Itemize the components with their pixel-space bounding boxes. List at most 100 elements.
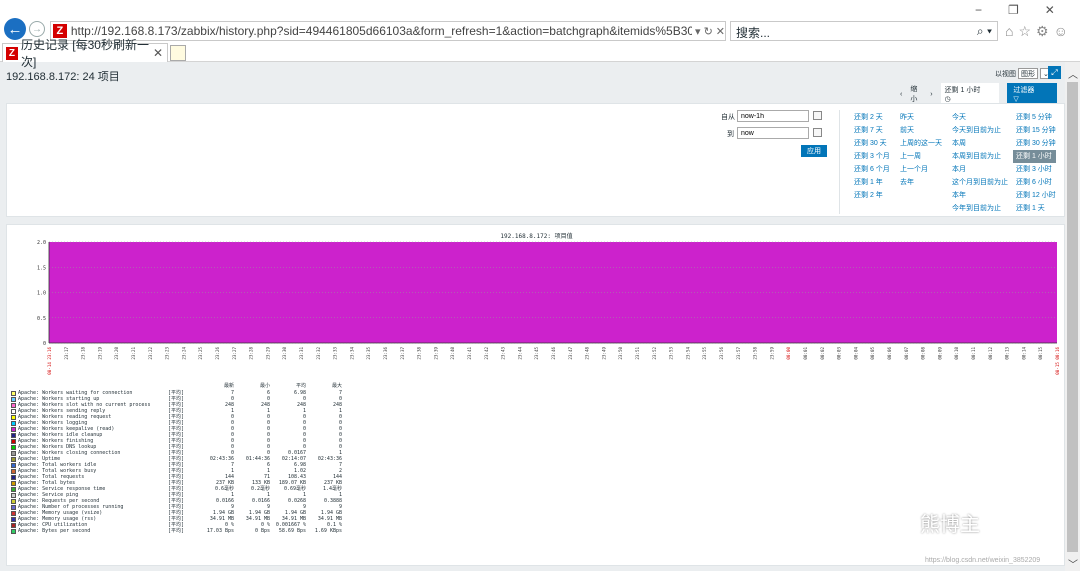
x-tick-label: 23:56 (719, 347, 724, 360)
legend-swatch (11, 486, 16, 492)
quick-range-link[interactable]: 还剩 12 小时 (1016, 189, 1056, 202)
x-tick-label: 00:03 (837, 347, 842, 360)
quick-range-link[interactable]: 今年到目前为止 (952, 202, 1008, 215)
x-tick-label: 23:26 (215, 347, 220, 360)
address-row: ← → Z http://192.168.8.173/zabbix/histor… (0, 0, 1080, 41)
legend-swatch (11, 432, 16, 438)
gear-icon[interactable]: ⚙ (1036, 23, 1054, 39)
prev-period-button[interactable]: ‹ (900, 91, 902, 98)
quick-range-link[interactable]: 这个月到目前为止 (952, 176, 1008, 189)
quick-range-link[interactable]: 上周的这一天 (900, 137, 942, 150)
x-tick-label: 23:37 (400, 347, 405, 360)
x-tick-label: 23:27 (232, 347, 237, 360)
divider (839, 110, 840, 214)
to-input[interactable] (737, 127, 809, 139)
zoom-out-button[interactable]: 缩小 (910, 84, 922, 104)
x-tick-label: 00:07 (904, 347, 909, 360)
tab-bar: Z 历史记录 [每30秒刷新一次] ✕ (0, 38, 1080, 69)
quick-range-link[interactable]: 还剩 6 小时 (1016, 176, 1056, 189)
tab-time-period[interactable]: 还剩 1 小时 ◷ (940, 83, 1000, 105)
new-tab-button[interactable] (170, 45, 186, 61)
legend-column-header: 最小 (259, 383, 270, 389)
window-controls: −❐✕ (975, 3, 1080, 17)
x-tick-label: 23:35 (366, 347, 371, 360)
x-tick-label: 23:44 (517, 347, 522, 360)
quick-range-link[interactable]: 上一个月 (900, 163, 942, 176)
x-tick-label: 23:38 (417, 347, 422, 360)
smiley-icon[interactable]: ☺ (1054, 23, 1073, 39)
quick-range-link[interactable]: 本周到目前为止 (952, 150, 1008, 163)
quick-range-link[interactable]: 本年 (952, 189, 1008, 202)
legend-min: 0 Bps (254, 528, 270, 534)
x-tick-label: 23:39 (433, 347, 438, 360)
quick-range-link[interactable]: 还剩 6 个月 (854, 163, 890, 176)
toolbar-icons: ⌂☆⚙☺ (1005, 23, 1073, 40)
quick-range-link[interactable]: 还剩 30 天 (854, 137, 890, 150)
calendar-icon[interactable] (813, 128, 822, 137)
time-filter-panel: 自从 到 应用 还剩 2 天还剩 7 天还剩 30 天还剩 3 个月还剩 6 个… (6, 103, 1065, 217)
quick-range-link[interactable]: 上一周 (900, 150, 942, 163)
dropdown-icon[interactable]: ▾ (695, 25, 701, 38)
legend-swatch (11, 522, 16, 528)
quick-range-link[interactable]: 本月 (952, 163, 1008, 176)
legend-swatch (11, 420, 16, 426)
tab-close-icon[interactable]: ✕ (153, 46, 163, 60)
x-tick-label: 23:33 (333, 347, 338, 360)
window-close-icon[interactable]: ✕ (1045, 3, 1080, 17)
scroll-up-icon[interactable]: ︿ (1068, 66, 1078, 81)
search-input[interactable]: 搜索... ⌕ ▾ (730, 21, 998, 41)
quick-range-link[interactable]: 还剩 3 小时 (1016, 163, 1056, 176)
scroll-thumb[interactable] (1067, 82, 1078, 552)
graph-plot[interactable]: 2.0 1.5 1.0 0.5 008-14 23:16 23:17 23:18 23:19 2… (7, 225, 1066, 383)
quick-range-link[interactable]: 还剩 5 分钟 (1016, 111, 1056, 124)
forward-button[interactable]: → (29, 21, 45, 37)
x-tick-label: 00:00 (786, 347, 791, 360)
home-icon[interactable]: ⌂ (1005, 23, 1018, 39)
graph-panel: 192.168.8.172: 项目值 2.0 1.5 1.0 0.5 0 08-14 23… (6, 224, 1065, 566)
quick-range-link[interactable]: 还剩 30 分钟 (1016, 137, 1056, 150)
search-icon[interactable]: ⌕ ▾ (977, 24, 992, 38)
apply-button[interactable]: 应用 (801, 145, 827, 157)
quick-range-link[interactable]: 还剩 2 天 (854, 111, 890, 124)
from-input[interactable] (737, 110, 809, 122)
quick-range-link[interactable]: 今天到目前为止 (952, 124, 1008, 137)
quick-range-column: 昨天 前天 上周的这一天 上一周 上一个月 去年 (900, 111, 942, 189)
quick-range-link[interactable]: 昨天 (900, 111, 942, 124)
clock-icon: ◷ (944, 96, 951, 103)
quick-range-link[interactable]: 还剩 1 年 (854, 176, 890, 189)
refresh-icon[interactable]: ↻ (704, 25, 713, 38)
next-period-button[interactable]: › (930, 91, 932, 98)
fullscreen-button[interactable]: ⤢ (1048, 66, 1061, 79)
x-tick-label: 23:58 (753, 347, 758, 360)
view-as-select[interactable]: 图形 (1018, 68, 1038, 79)
calendar-icon[interactable] (813, 111, 822, 120)
legend-name: Apache: Bytes per second (18, 528, 91, 534)
quick-range-link[interactable]: 还剩 3 个月 (854, 150, 890, 163)
funnel-icon: ▽ (1013, 96, 1019, 103)
quick-range-link[interactable]: 还剩 15 分钟 (1016, 124, 1056, 137)
vertical-scrollbar[interactable]: ︿ ﹀ (1065, 62, 1080, 571)
url-text[interactable]: http://192.168.8.173/zabbix/history.php?… (71, 24, 692, 38)
quick-range-link[interactable]: 本周 (952, 137, 1008, 150)
x-tick-label: 23:21 (131, 347, 136, 360)
x-tick-label: 23:31 (299, 347, 304, 360)
favorites-icon[interactable]: ☆ (1018, 23, 1036, 39)
quick-range-link[interactable]: 前天 (900, 124, 942, 137)
quick-range-link[interactable]: 还剩 2 年 (854, 189, 890, 202)
tab-filter[interactable]: 过滤器 ▽ (1007, 83, 1057, 105)
quick-range-link[interactable]: 还剩 1 天 (1016, 202, 1056, 215)
x-tick-label: 23:54 (685, 347, 690, 360)
x-tick-label: 23:42 (484, 347, 489, 360)
quick-range-link[interactable]: 还剩 7 天 (854, 124, 890, 137)
minimize-icon[interactable]: − (975, 3, 1008, 17)
restore-icon[interactable]: ❐ (1008, 3, 1045, 17)
quick-range-link[interactable]: 还剩 1 小时 (1013, 150, 1056, 163)
quick-range-link[interactable]: 去年 (900, 176, 942, 189)
scroll-down-icon[interactable]: ﹀ (1068, 556, 1078, 571)
x-tick-label: 23:24 (181, 347, 186, 360)
tab-history[interactable]: Z 历史记录 [每30秒刷新一次] ✕ (2, 38, 168, 69)
x-tick-label: 23:32 (316, 347, 321, 360)
quick-range-link[interactable]: 今天 (952, 111, 1008, 124)
close-icon[interactable]: ✕ (716, 25, 725, 38)
x-tick-label: 23:41 (467, 347, 472, 360)
